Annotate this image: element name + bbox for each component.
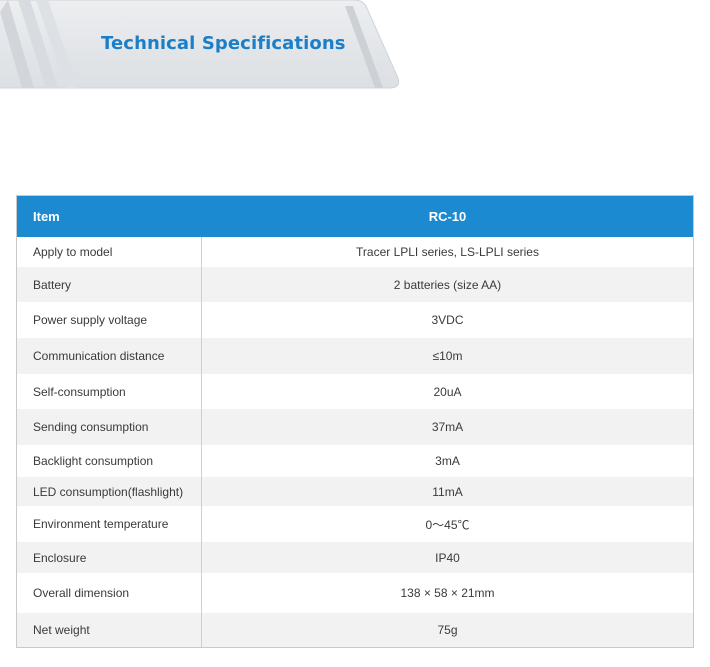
page-title: Technical Specifications — [101, 33, 346, 54]
row-value: Tracer LPLI series, LS-LPLI series — [356, 245, 539, 259]
row-item: Communication distance — [17, 338, 202, 374]
row-item: Power supply voltage — [17, 302, 202, 338]
row-item: Sending consumption — [17, 409, 202, 445]
row-item: Net weight — [17, 613, 202, 647]
row-value: 11mA — [432, 484, 463, 499]
row-item: Overall dimension — [17, 573, 202, 613]
row-value: 75g — [437, 623, 458, 637]
table-row: Backlight consumption 3mA — [17, 445, 693, 477]
table-row: Net weight 75g — [17, 613, 693, 647]
row-value: 3mA — [435, 454, 460, 468]
row-item: Backlight consumption — [17, 445, 202, 477]
row-item: Apply to model — [17, 237, 202, 267]
row-value: 138 × 58 × 21mm — [400, 586, 495, 600]
header-item: Item — [33, 209, 60, 224]
row-item: Battery — [17, 267, 202, 302]
table-row: Overall dimension 138 × 58 × 21mm — [17, 573, 693, 613]
row-value: 0～45℃ — [425, 517, 470, 532]
table-row: Battery 2 batteries (size AA) — [17, 267, 693, 302]
row-value: 3VDC — [431, 313, 464, 327]
table-row: Enclosure IP40 — [17, 542, 693, 573]
table-row: Power supply voltage 3VDC — [17, 302, 693, 338]
row-item: Self-consumption — [17, 374, 202, 409]
spec-page: Technical Specifications Item RC-10 Appl… — [0, 0, 710, 667]
table-header: Item RC-10 — [17, 196, 693, 237]
section-banner: Technical Specifications — [0, 0, 400, 90]
row-item: LED consumption(flashlight) — [17, 477, 202, 506]
table-row: Sending consumption 37mA — [17, 409, 693, 445]
row-item: Enclosure — [17, 542, 202, 573]
row-item: Environment temperature — [17, 506, 202, 542]
row-value: 37mA — [431, 420, 464, 434]
specifications-table: Item RC-10 Apply to model Tracer LPLI se… — [16, 195, 694, 648]
row-value: 20uA — [433, 384, 462, 399]
row-value: ≤10m — [432, 349, 463, 363]
row-value: 2 batteries (size AA) — [393, 277, 502, 292]
table-row: Self-consumption 20uA — [17, 374, 693, 409]
table-row: Communication distance ≤10m — [17, 338, 693, 374]
table-row: Environment temperature 0～45℃ — [17, 506, 693, 542]
header-model: RC-10 — [428, 209, 467, 224]
table-row: LED consumption(flashlight) 11mA — [17, 477, 693, 506]
table-row: Apply to model Tracer LPLI series, LS-LP… — [17, 237, 693, 267]
row-value: IP40 — [435, 550, 460, 565]
